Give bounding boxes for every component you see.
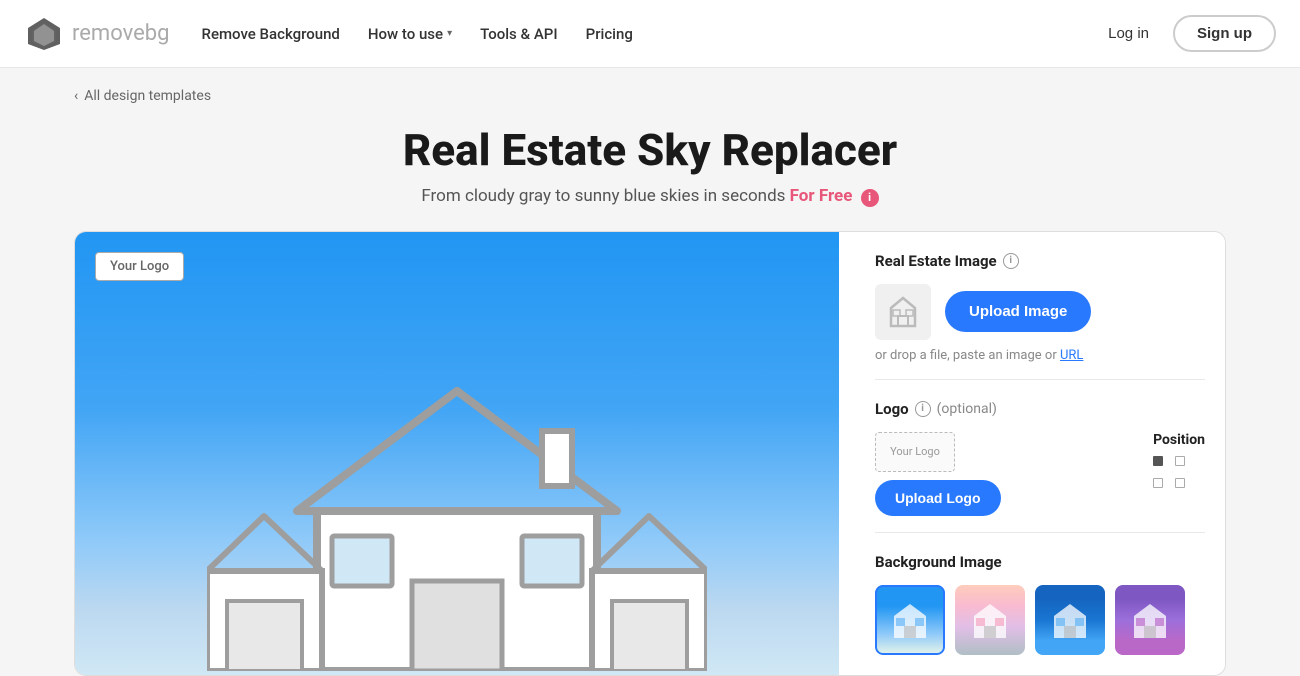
right-panel: Real Estate Image i Upload Image	[855, 232, 1225, 675]
house-thumbnail	[875, 284, 931, 340]
optional-label: (optional)	[937, 401, 997, 417]
logo-upload-area: Your Logo Upload Logo	[875, 432, 1141, 516]
logo-section: Logo i (optional) Your Logo Upload Logo …	[875, 400, 1205, 516]
bg-house-2-icon	[968, 598, 1012, 642]
your-logo-badge: Your Logo	[95, 252, 184, 281]
position-grid	[1153, 456, 1205, 492]
tool-area: Your Logo	[74, 231, 1226, 676]
position-label: Position	[1153, 432, 1205, 448]
logo-section-title: Logo i (optional)	[875, 400, 1205, 418]
house-thumb-icon	[885, 294, 921, 330]
bg-option-2[interactable]	[955, 585, 1025, 655]
drop-hint: or drop a file, paste an image or URL	[875, 348, 1205, 363]
position-bottom-right[interactable]	[1175, 478, 1185, 488]
selected-ring	[875, 585, 945, 655]
upload-logo-button[interactable]: Upload Logo	[875, 480, 1001, 516]
real-estate-info-icon[interactable]: i	[1003, 253, 1019, 269]
logo-placeholder-thumb: Your Logo	[875, 432, 955, 472]
chevron-down-icon: ▾	[447, 28, 452, 39]
page-title: Real Estate Sky Replacer	[74, 124, 1226, 176]
logo-icon	[24, 14, 64, 54]
bg-images-row	[875, 585, 1205, 655]
position-bottom-left[interactable]	[1153, 478, 1163, 488]
logo-text: removebg	[72, 21, 170, 46]
page-subtitle: From cloudy gray to sunny blue skies in …	[74, 186, 1226, 207]
position-control: Position	[1153, 432, 1205, 492]
for-free-badge: For Free	[790, 186, 853, 206]
upload-image-button[interactable]: Upload Image	[945, 291, 1091, 332]
real-estate-section: Real Estate Image i Upload Image	[875, 252, 1205, 363]
nav-item-tools-api[interactable]: Tools & API	[480, 25, 558, 43]
house-svg	[207, 351, 707, 671]
nav-item-remove-bg[interactable]: Remove Background	[202, 25, 340, 43]
breadcrumb-label: All design templates	[84, 88, 211, 104]
preview-panel: Your Logo	[75, 232, 839, 675]
divider-2	[875, 532, 1205, 533]
nav-item-how-to-use[interactable]: How to use ▾	[368, 25, 452, 43]
bg-option-3[interactable]	[1035, 585, 1105, 655]
main-content: ‹ All design templates Real Estate Sky R…	[50, 68, 1250, 676]
bg-house-4-icon	[1128, 598, 1172, 642]
background-section: Background Image	[875, 553, 1205, 655]
logo-position-row: Your Logo Upload Logo Position	[875, 432, 1205, 516]
nav-item-pricing[interactable]: Pricing	[586, 25, 633, 43]
bg-section-title: Background Image	[875, 553, 1205, 571]
real-estate-section-title: Real Estate Image i	[875, 252, 1205, 270]
url-link[interactable]: URL	[1060, 348, 1083, 363]
signup-button[interactable]: Sign up	[1173, 15, 1276, 52]
logo[interactable]: removebg	[24, 14, 170, 54]
navbar: removebg Remove Background How to use ▾ …	[0, 0, 1300, 68]
position-top-left[interactable]	[1153, 456, 1163, 466]
position-top-right[interactable]	[1175, 456, 1185, 466]
upload-row: Upload Image	[875, 284, 1205, 340]
divider-1	[875, 379, 1205, 380]
back-arrow-icon: ‹	[74, 88, 78, 104]
bg-house-3-icon	[1048, 598, 1092, 642]
login-button[interactable]: Log in	[1096, 17, 1161, 50]
nav-actions: Log in Sign up	[1096, 15, 1276, 52]
nav-links: Remove Background How to use ▾ Tools & A…	[202, 25, 1097, 43]
logo-info-icon[interactable]: i	[915, 401, 931, 417]
breadcrumb[interactable]: ‹ All design templates	[74, 88, 1226, 104]
bg-option-4[interactable]	[1115, 585, 1185, 655]
bg-option-1[interactable]	[875, 585, 945, 655]
info-badge[interactable]: i	[861, 189, 879, 207]
house-illustration	[207, 351, 707, 675]
